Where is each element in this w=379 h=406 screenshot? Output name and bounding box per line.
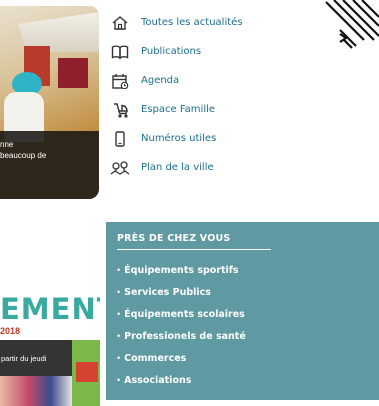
link-label: Agenda	[141, 75, 180, 86]
near-you-item-services-publics[interactable]: • Services Publics	[117, 281, 379, 303]
near-you-item-label: Équipements sportifs	[124, 264, 239, 276]
link-agenda[interactable]: Agenda	[110, 66, 280, 95]
near-you-panel: PRÈS DE CHEZ VOUS • Équipements sportifs …	[106, 222, 379, 400]
phone-icon	[110, 130, 130, 148]
promo-illustration	[0, 376, 72, 406]
title-divider	[117, 249, 271, 250]
stroller-icon	[110, 101, 130, 119]
caption-line: nne	[0, 140, 14, 149]
near-you-item-equipements-sportifs[interactable]: • Équipements sportifs	[117, 259, 379, 281]
promo-graphic	[76, 362, 98, 382]
news-photo-card[interactable]: nne beaucoup de	[0, 6, 99, 199]
promo-year: 2018	[0, 326, 21, 336]
promo-info-box: partir du jeudi	[0, 340, 72, 376]
book-icon	[110, 43, 130, 61]
link-label: Toutes les actualités	[141, 17, 243, 28]
bullet-icon: •	[117, 287, 121, 297]
near-you-item-label: Professionels de santé	[124, 330, 246, 342]
link-publications[interactable]: Publications	[110, 37, 280, 66]
map-icon	[110, 159, 130, 177]
near-you-item-commerces[interactable]: • Commerces	[117, 347, 379, 369]
bullet-icon: •	[117, 353, 121, 363]
home-icon	[110, 14, 130, 32]
link-plan-ville[interactable]: Plan de la ville	[110, 153, 280, 182]
link-numeros-utiles[interactable]: Numéros utiles	[110, 124, 280, 153]
calendar-icon	[110, 72, 130, 90]
promo-headline: EMENT	[0, 292, 100, 326]
near-you-item-label: Services Publics	[124, 286, 211, 298]
bullet-icon: •	[117, 265, 121, 275]
decorative-stripes	[325, 0, 379, 49]
photo-poster	[58, 58, 88, 88]
near-you-item-professionels-sante[interactable]: • Professionels de santé	[117, 325, 379, 347]
quick-links: Toutes les actualités Publications Agend…	[110, 8, 280, 182]
photo-caption: nne beaucoup de	[0, 131, 99, 199]
near-you-item-equipements-scolaires[interactable]: • Équipements scolaires	[117, 303, 379, 325]
link-espace-famille[interactable]: Espace Famille	[110, 95, 280, 124]
link-toutes-actualites[interactable]: Toutes les actualités	[110, 8, 280, 37]
promo-info: partir du jeudi	[1, 354, 47, 363]
near-you-title: PRÈS DE CHEZ VOUS	[117, 233, 231, 244]
link-label: Plan de la ville	[141, 162, 214, 173]
link-label: Espace Famille	[141, 104, 216, 115]
near-you-list: • Équipements sportifs • Services Publics …	[117, 259, 379, 391]
near-you-item-associations[interactable]: • Associations	[117, 369, 379, 391]
link-label: Publications	[141, 46, 202, 57]
near-you-item-label: Équipements scolaires	[124, 308, 245, 320]
near-you-item-label: Associations	[124, 374, 192, 386]
bullet-icon: •	[117, 309, 121, 319]
bullet-icon: •	[117, 375, 121, 385]
near-you-item-label: Commerces	[124, 352, 187, 364]
link-label: Numéros utiles	[141, 133, 217, 144]
bullet-icon: •	[117, 331, 121, 341]
caption-line: beaucoup de	[0, 151, 47, 160]
event-promo[interactable]: EMENT 2018 partir du jeudi	[0, 278, 100, 406]
